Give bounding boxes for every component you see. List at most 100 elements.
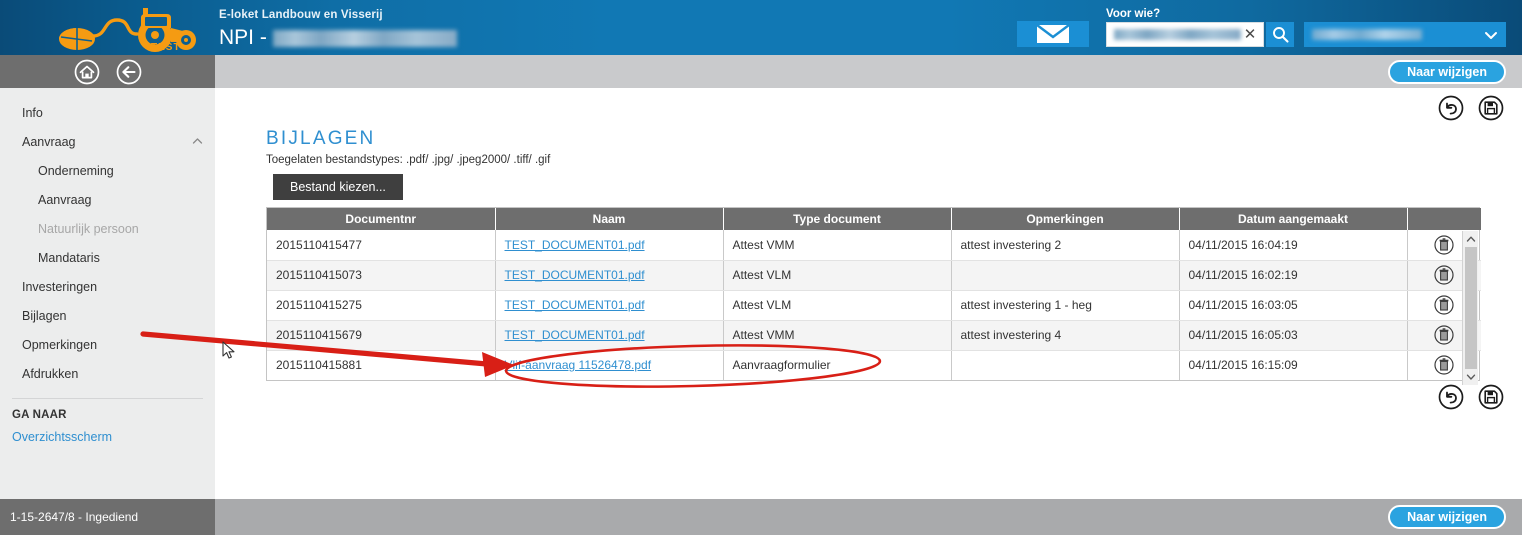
footer: 1-15-2647/8 - Ingediend Naar wijzigen	[0, 499, 1522, 535]
mouse-cursor-icon	[222, 341, 235, 359]
sidebar-item-aanvraag[interactable]: Aanvraag	[0, 185, 215, 214]
sidebar-item-opmerkingen[interactable]: Opmerkingen	[0, 330, 215, 359]
tractor-mouse-logo-icon	[59, 8, 196, 52]
cell-datum-aangemaakt: 04/11/2015 16:04:19	[1179, 230, 1408, 261]
scrollbar-thumb[interactable]	[1465, 247, 1477, 369]
cell-documentnr: 2015110415679	[267, 320, 496, 351]
envelope-icon	[1036, 24, 1070, 43]
sidebar-item-label: Bijlagen	[22, 308, 67, 323]
undo-icon[interactable]	[1438, 95, 1464, 121]
scroll-down-button[interactable]	[1463, 369, 1479, 385]
cell-naam: TEST_DOCUMENT01.pdf	[495, 320, 724, 351]
choose-file-button[interactable]: Bestand kiezen...	[273, 174, 403, 200]
sidebar-item-label: Opmerkingen	[22, 337, 98, 352]
cell-type-document: Attest VLM	[723, 260, 952, 291]
table-column-header: Type document	[723, 208, 952, 230]
sidebar-item-mandataris[interactable]: Mandataris	[0, 243, 215, 272]
sidebar-items: Info Aanvraag Onderneming Aanvraag Natuurlij…	[0, 98, 215, 388]
account-select[interactable]	[1304, 22, 1506, 47]
sidebar: Info Aanvraag Onderneming Aanvraag Natuurlij…	[0, 88, 215, 499]
table-body: 2015110415477 TEST_DOCUMENT01.pdf Attest V…	[267, 230, 1481, 380]
cell-documentnr: 2015110415275	[267, 290, 496, 321]
cell-datum-aangemaakt: 04/11/2015 16:03:05	[1179, 290, 1408, 321]
cell-type-document: Attest VLM	[723, 290, 952, 321]
search-input[interactable]: ✕	[1106, 22, 1264, 47]
sidebar-item-label: Info	[22, 105, 43, 120]
chevron-down-icon	[1485, 31, 1497, 39]
sidebar-item-label: Natuurlijk persoon	[38, 221, 139, 236]
sidebar-item-afdrukken[interactable]: Afdrukken	[0, 359, 215, 388]
page-title-prefix: NPI -	[219, 26, 267, 49]
sidebar-item-label: Onderneming	[38, 163, 114, 178]
back-arrow-icon[interactable]	[116, 59, 142, 85]
save-icon[interactable]	[1478, 95, 1504, 121]
sidebar-item-aanvraag[interactable]: Aanvraag	[0, 127, 215, 156]
document-link[interactable]: TEST_DOCUMENT01.pdf	[505, 268, 645, 282]
cell-opmerkingen: attest investering 4	[951, 320, 1180, 351]
search-input-redacted-value	[1114, 29, 1241, 40]
search-button[interactable]	[1266, 22, 1294, 47]
navigation-bar: Naar wijzigen	[0, 55, 1522, 88]
save-icon[interactable]	[1478, 384, 1504, 410]
document-link[interactable]: Vlif-aanvraag 11526478.pdf	[505, 358, 652, 372]
mail-button[interactable]	[1017, 21, 1089, 47]
bijlagen-table-wrap: Documentnr Naam Type document Opmerkingen Da…	[266, 207, 1481, 385]
sidebar-item-label: Afdrukken	[22, 366, 79, 381]
table-column-header: Datum aangemaakt	[1179, 208, 1408, 230]
sidebar-item-info[interactable]: Info	[0, 98, 215, 127]
cell-documentnr: 2015110415881	[267, 350, 496, 380]
sidebar-item-label: Aanvraag	[38, 192, 92, 207]
sidebar-item-onderneming[interactable]: Onderneming	[0, 156, 215, 185]
table-row: 2015110415881 Vlif-aanvraag 11526478.pdf A…	[267, 350, 1481, 380]
sidebar-item-investeringen[interactable]: Investeringen	[0, 272, 215, 301]
table-header: Documentnr Naam Type document Opmerkingen Da…	[267, 208, 1481, 230]
header-title-redacted-value	[272, 29, 457, 47]
cell-type-document: Attest VMM	[723, 320, 952, 351]
chevron-up-icon	[1466, 236, 1475, 242]
undo-icon[interactable]	[1438, 384, 1464, 410]
home-icon[interactable]	[74, 59, 100, 85]
table-column-header	[1407, 208, 1481, 230]
sidebar-item-label: Aanvraag	[22, 134, 76, 149]
trash-icon[interactable]	[1434, 295, 1454, 315]
scroll-up-button[interactable]	[1463, 231, 1478, 247]
table-row: 2015110415275 TEST_DOCUMENT01.pdf Attest V…	[267, 290, 1481, 321]
trash-icon[interactable]	[1434, 235, 1454, 255]
document-link[interactable]: TEST_DOCUMENT01.pdf	[505, 238, 645, 252]
cell-documentnr: 2015110415477	[267, 230, 496, 261]
close-icon[interactable]: ✕	[1241, 26, 1259, 44]
naar-wijzigen-bottom-button[interactable]: Naar wijzigen	[1388, 505, 1506, 529]
sidebar-link-overzichtsscherm[interactable]: Overzichtsscherm	[0, 425, 215, 449]
sidebar-item-natuurlijk-persoon: Natuurlijk persoon	[0, 214, 215, 243]
cell-type-document: Attest VMM	[723, 230, 952, 261]
document-link[interactable]: TEST_DOCUMENT01.pdf	[505, 298, 645, 312]
chevron-down-icon	[1466, 374, 1476, 380]
cell-opmerkingen	[951, 260, 1180, 291]
cell-opmerkingen: attest investering 1 - heg	[951, 290, 1180, 321]
naar-wijzigen-top-button[interactable]: Naar wijzigen	[1388, 60, 1506, 84]
naar-wijzigen-bottom-wrap: Naar wijzigen	[1388, 505, 1506, 529]
sidebar-item-bijlagen[interactable]: Bijlagen	[0, 301, 215, 330]
cell-datum-aangemaakt: 04/11/2015 16:02:19	[1179, 260, 1408, 291]
trash-icon[interactable]	[1434, 325, 1454, 345]
sidebar-item-label: Investeringen	[22, 279, 98, 294]
logo-test-badge: TEST	[151, 42, 181, 53]
table-row: 2015110415073 TEST_DOCUMENT01.pdf Attest V…	[267, 260, 1481, 291]
cell-naam: TEST_DOCUMENT01.pdf	[495, 230, 724, 261]
trash-icon[interactable]	[1434, 355, 1454, 375]
document-link[interactable]: TEST_DOCUMENT01.pdf	[505, 328, 645, 342]
cell-datum-aangemaakt: 04/11/2015 16:05:03	[1179, 320, 1408, 351]
table-scrollbar[interactable]	[1462, 231, 1478, 385]
header-subtitle: E-loket Landbouw en Visserij	[219, 9, 383, 21]
app-header: TEST E-loket Landbouw en Visserij NPI - …	[0, 0, 1522, 55]
main-content: BIJLAGEN Toegelaten bestandstypes: .pdf/…	[215, 88, 1522, 499]
search-icon	[1272, 27, 1289, 43]
chevron-up-icon	[192, 138, 203, 144]
cell-naam: TEST_DOCUMENT01.pdf	[495, 260, 724, 291]
toolbar-bottom	[1438, 384, 1504, 410]
table-column-header: Documentnr	[267, 208, 496, 230]
trash-icon[interactable]	[1434, 265, 1454, 285]
cell-type-document: Aanvraagformulier	[723, 350, 952, 380]
status-badge: 1-15-2647/8 - Ingediend	[0, 499, 215, 535]
sidebar-go-to-heading: GA NAAR	[12, 409, 67, 421]
